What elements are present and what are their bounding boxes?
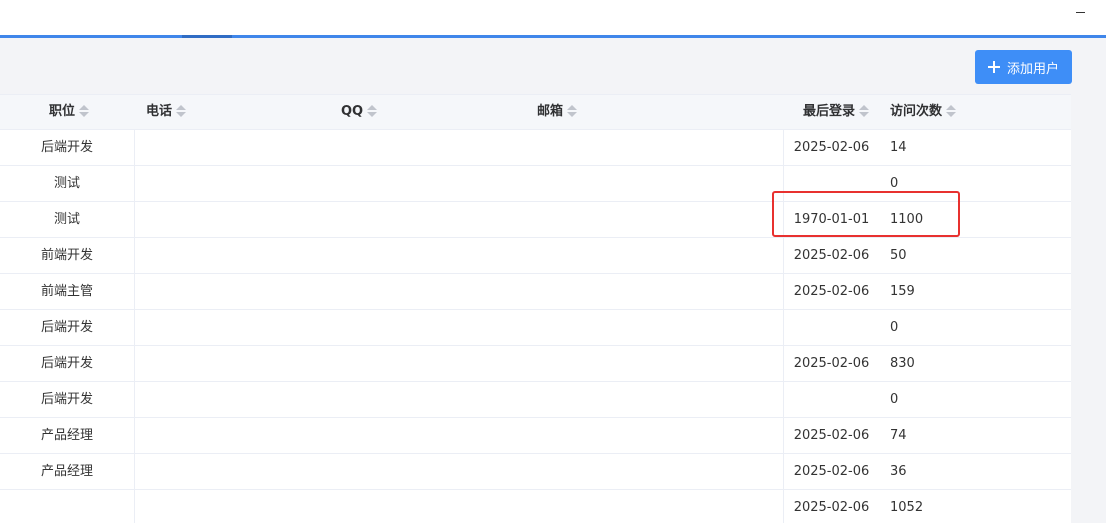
cell-visits: 36: [890, 464, 907, 479]
header-email[interactable]: 邮箱: [537, 95, 578, 129]
sort-icon[interactable]: [176, 104, 187, 117]
cell-role: 后端开发: [40, 356, 93, 371]
cell-visits: 14: [890, 140, 907, 155]
cell-role: 产品经理: [40, 464, 93, 479]
header-role[interactable]: 职位: [49, 95, 90, 129]
cell-last-login: 2025-02-06: [793, 284, 870, 299]
header-last-login[interactable]: 最后登录: [803, 95, 870, 129]
cell-visits: 830: [890, 356, 915, 371]
table-row[interactable]: 前端主管 2025-02-06 159: [0, 274, 1071, 310]
table-row[interactable]: 后端开发 0: [0, 382, 1071, 418]
table-row[interactable]: 后端开发 2025-02-06 14: [0, 130, 1071, 166]
cell-role: 后端开发: [40, 140, 93, 155]
table-body: 后端开发 2025-02-06 14 测试 0 测试 1970-01-01 11…: [0, 130, 1071, 523]
add-user-label: 添加用户: [1006, 61, 1059, 77]
cell-role: 前端开发: [40, 248, 93, 263]
add-user-button[interactable]: 添加用户: [975, 50, 1072, 84]
minimize-icon[interactable]: [1074, 4, 1088, 18]
table-row[interactable]: 产品经理 2025-02-06 74: [0, 418, 1071, 454]
sort-icon[interactable]: [567, 104, 578, 117]
cell-role: 后端开发: [40, 320, 93, 335]
table-row[interactable]: 前端开发 2025-02-06 50: [0, 238, 1071, 274]
annotation-highlight-box: [772, 191, 960, 237]
cell-last-login: [784, 382, 879, 417]
cell-last-login: 2025-02-06: [793, 428, 870, 443]
cell-role: 测试: [53, 212, 80, 227]
sort-icon[interactable]: [79, 104, 90, 117]
cell-visits: 1052: [890, 500, 924, 515]
sort-icon[interactable]: [367, 104, 378, 117]
cell-last-login: 2025-02-06: [793, 464, 870, 479]
cell-visits: 0: [890, 392, 899, 407]
cell-last-login: 2025-02-06: [793, 356, 870, 371]
sort-icon[interactable]: [946, 104, 957, 117]
accent-bar: [0, 35, 1106, 38]
cell-role: 前端主管: [40, 284, 93, 299]
plus-icon: [987, 61, 1000, 73]
cell-visits: 50: [890, 248, 907, 263]
header-qq[interactable]: QQ: [341, 95, 378, 129]
top-bar: [0, 0, 1106, 35]
header-phone-label: 电话: [146, 104, 173, 119]
table-row[interactable]: 产品经理 2025-02-06 36: [0, 454, 1071, 490]
header-visits[interactable]: 访问次数: [890, 95, 957, 129]
table-row[interactable]: 2025-02-06 1052: [0, 490, 1071, 523]
cell-visits: 74: [890, 428, 907, 443]
cell-visits: 0: [890, 320, 899, 335]
header-qq-label: QQ: [341, 104, 364, 119]
header-role-label: 职位: [49, 104, 76, 119]
cell-last-login: 2025-02-06: [793, 140, 870, 155]
user-table: 职位 电话 QQ 邮箱 最后登录 访问次数 后端开发 2025-02-06 14…: [0, 94, 1071, 523]
header-email-label: 邮箱: [537, 104, 564, 119]
table-header: 职位 电话 QQ 邮箱 最后登录 访问次数: [0, 95, 1071, 130]
cell-last-login: 2025-02-06: [793, 500, 870, 515]
table-row[interactable]: 后端开发 0: [0, 310, 1071, 346]
table-row[interactable]: 后端开发 2025-02-06 830: [0, 346, 1071, 382]
cell-last-login: [784, 310, 879, 345]
header-visits-label: 访问次数: [890, 104, 943, 119]
cell-visits: 159: [890, 284, 915, 299]
sort-icon[interactable]: [859, 104, 870, 117]
cell-role: 产品经理: [40, 428, 93, 443]
cell-role: 测试: [53, 176, 80, 191]
cell-last-login: 2025-02-06: [793, 248, 870, 263]
cell-role: [0, 490, 134, 523]
header-last-login-label: 最后登录: [803, 104, 856, 119]
active-tab-indicator: [182, 35, 232, 38]
header-phone[interactable]: 电话: [146, 95, 187, 129]
cell-role: 后端开发: [40, 392, 93, 407]
